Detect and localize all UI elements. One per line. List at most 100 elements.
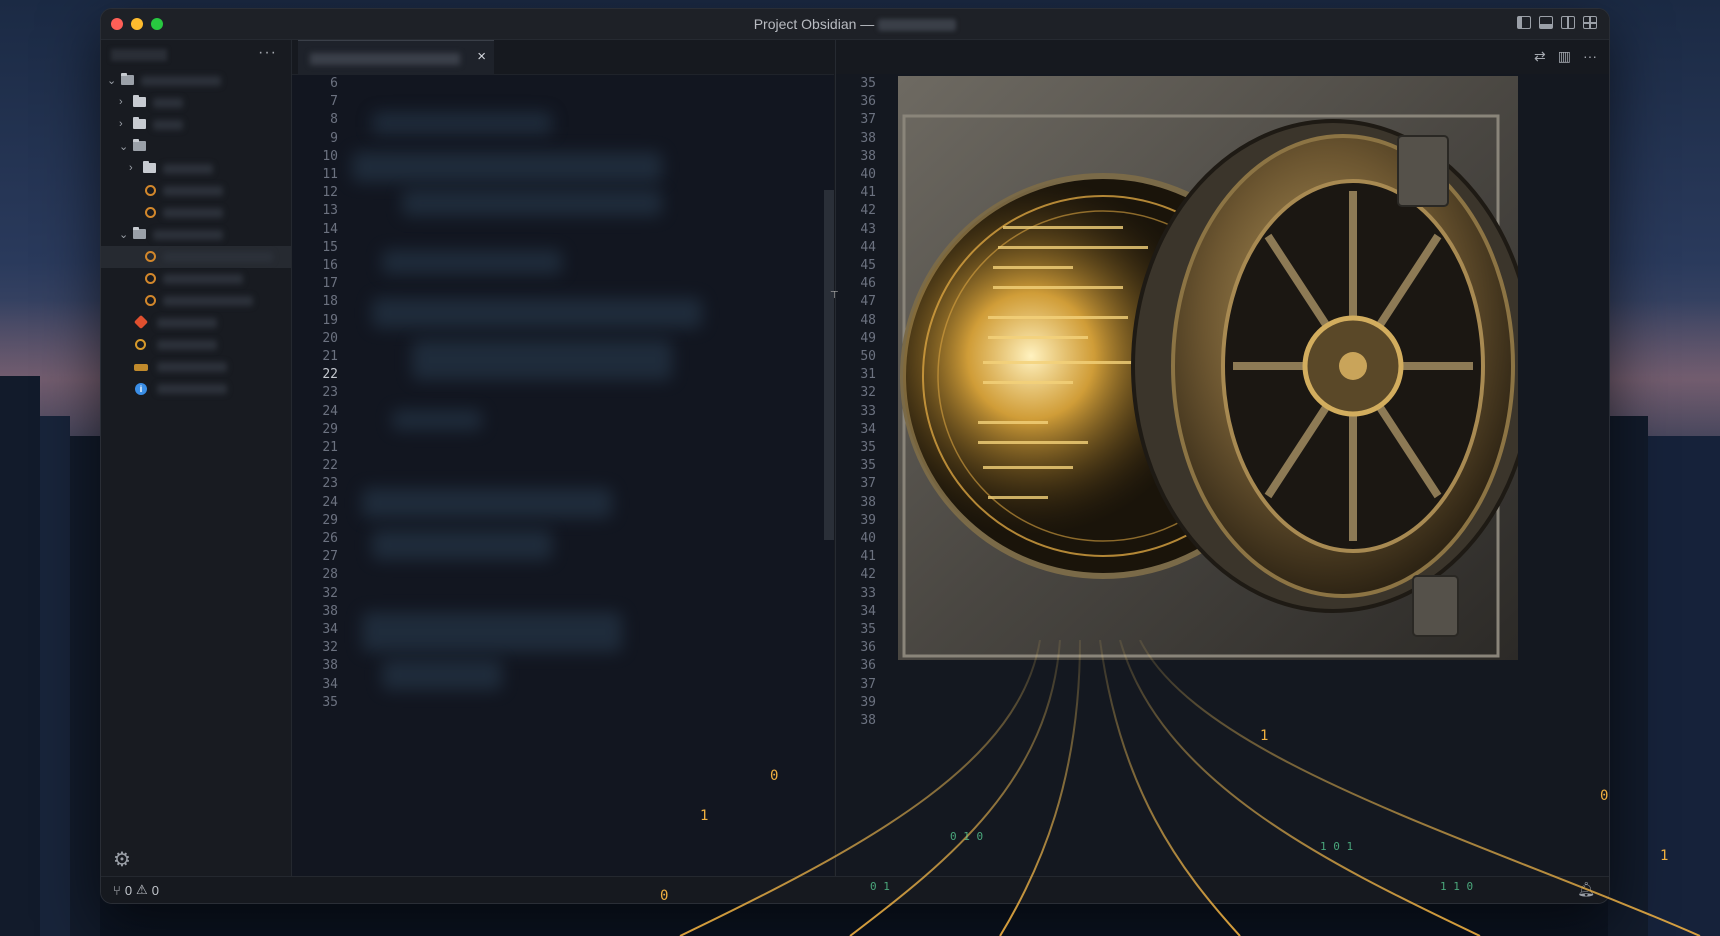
- branch-icon: ⑂: [113, 882, 121, 898]
- tree-item-folder-open[interactable]: ⌄: [101, 224, 291, 246]
- line-number: 24: [322, 403, 338, 419]
- building: [1648, 436, 1720, 936]
- building: [70, 436, 100, 936]
- line-number: 18: [322, 294, 338, 310]
- line-number: 16: [322, 258, 338, 273]
- folder-icon: [133, 139, 146, 151]
- line-number: 39: [860, 512, 876, 528]
- toggle-secondary-sidebar-icon[interactable]: [1561, 16, 1575, 29]
- error-count: 0: [124, 882, 133, 898]
- chevron-right-icon: ›: [119, 96, 123, 108]
- bell-icon[interactable]: 🔔︎: [1577, 881, 1595, 898]
- chevron-right-icon: ›: [129, 162, 133, 174]
- editor-tab-active[interactable]: ×: [298, 40, 494, 75]
- tree-item-folder[interactable]: ›: [101, 114, 291, 136]
- line-number: 12: [322, 185, 338, 201]
- folder-icon: [133, 95, 146, 107]
- window-title: Project Obsidian —: [101, 16, 1609, 32]
- line-number: 40: [860, 167, 876, 182]
- close-icon[interactable]: ×: [477, 48, 486, 65]
- line-number: 31: [860, 367, 876, 383]
- line-number: 35: [322, 694, 338, 710]
- chevron-down-icon: ⌄: [119, 141, 129, 153]
- line-number: 45: [860, 258, 876, 273]
- line-number: 38: [860, 130, 876, 146]
- line-number: 17: [322, 276, 338, 292]
- line-number: 22: [322, 367, 338, 383]
- redacted-explorer-title: [111, 49, 167, 61]
- line-number: 32: [860, 385, 876, 401]
- line-number: 35: [860, 458, 876, 474]
- config-file-icon: [134, 364, 148, 371]
- preview-pane: ⇄ ▥ ··· ⊤ 35 36 37 38 38 40 41 42 43 44 45 46 47 48 49…: [830, 40, 1609, 877]
- tree-item-file[interactable]: [101, 290, 291, 312]
- line-number: 32: [322, 640, 338, 656]
- tree-item-root[interactable]: ⌄: [101, 70, 291, 92]
- line-number: 21: [322, 349, 338, 364]
- line-number: 26: [322, 531, 338, 546]
- building: [0, 376, 40, 936]
- source-control-status[interactable]: ⑂ 0 ⚠ 0: [113, 882, 159, 898]
- blurred-code: [352, 152, 662, 182]
- line-number: 50: [860, 349, 876, 364]
- redacted-name: [157, 340, 217, 350]
- redacted-name: [163, 296, 253, 306]
- line-number: 33: [860, 585, 876, 601]
- settings-file-icon: [135, 339, 146, 350]
- more-icon[interactable]: ···: [258, 44, 277, 62]
- redacted-name: [153, 120, 183, 130]
- editor-scrollbar[interactable]: [824, 190, 834, 540]
- redacted-name: [157, 318, 217, 328]
- line-number: 10: [322, 148, 338, 164]
- tree-item-file[interactable]: i: [101, 378, 291, 400]
- tree-item-file-selected[interactable]: [101, 246, 291, 268]
- line-number: 35: [860, 76, 876, 91]
- tree-item-file[interactable]: [101, 180, 291, 202]
- redacted-name: [163, 208, 223, 218]
- blurred-code: [372, 298, 702, 328]
- line-number: 42: [860, 203, 876, 219]
- redacted-name: [163, 252, 273, 262]
- line-number: 44: [860, 239, 876, 255]
- split-handle[interactable]: ⊤: [830, 290, 839, 304]
- line-number: 11: [322, 167, 338, 182]
- toggle-sidebar-icon[interactable]: [1517, 16, 1531, 29]
- line-number: 40: [860, 531, 876, 546]
- tree-item-folder-open[interactable]: ⌄: [101, 136, 291, 158]
- line-number: 46: [860, 276, 876, 292]
- tree-item-file[interactable]: [101, 356, 291, 378]
- line-number: 23: [322, 385, 338, 401]
- compare-icon[interactable]: ⇄: [1534, 48, 1546, 65]
- tree-item-file[interactable]: [101, 268, 291, 290]
- tree-item-file[interactable]: [101, 312, 291, 334]
- gear-icon[interactable]: ⚙: [111, 849, 133, 871]
- explorer-header: ···: [101, 40, 291, 68]
- line-number: 15: [322, 239, 338, 255]
- tree-item-file[interactable]: [101, 334, 291, 356]
- split-editor-icon[interactable]: ▥: [1558, 48, 1571, 65]
- file-icon: [145, 185, 156, 196]
- tree-item-folder[interactable]: ›: [101, 92, 291, 114]
- line-number: 29: [322, 512, 338, 528]
- redacted-name: [153, 98, 183, 108]
- toggle-panel-icon[interactable]: [1539, 16, 1553, 29]
- code-editor[interactable]: × 6 7 8 9 10 11 12 13 14 15 16 17 18 19 20 21 22 23 24 29 21…: [292, 40, 834, 877]
- blurred-code: [362, 612, 622, 652]
- explorer-sidebar: ··· ⌄ › › ⌄ › ⌄ i ⚙: [101, 40, 292, 877]
- redacted-name: [141, 76, 221, 86]
- app-window: Project Obsidian — ··· ⌄ › › ⌄ › ⌄ i ⚙ ×…: [100, 8, 1610, 904]
- building: [1608, 416, 1648, 936]
- line-number: 34: [860, 603, 876, 619]
- tree-item-file[interactable]: [101, 202, 291, 224]
- window-title-text: Project Obsidian —: [753, 16, 875, 32]
- line-number: 20: [322, 330, 338, 346]
- line-number: 6: [330, 76, 338, 91]
- pane-header: ⇄ ▥ ···: [836, 40, 1609, 74]
- line-number: 36: [860, 94, 876, 110]
- more-icon[interactable]: ···: [1583, 48, 1597, 65]
- redacted-tab-title: [310, 53, 460, 65]
- customize-layout-icon[interactable]: [1583, 16, 1597, 29]
- chevron-down-icon: ⌄: [107, 75, 117, 87]
- vault-door: [1131, 119, 1518, 613]
- tree-item-folder[interactable]: ›: [101, 158, 291, 180]
